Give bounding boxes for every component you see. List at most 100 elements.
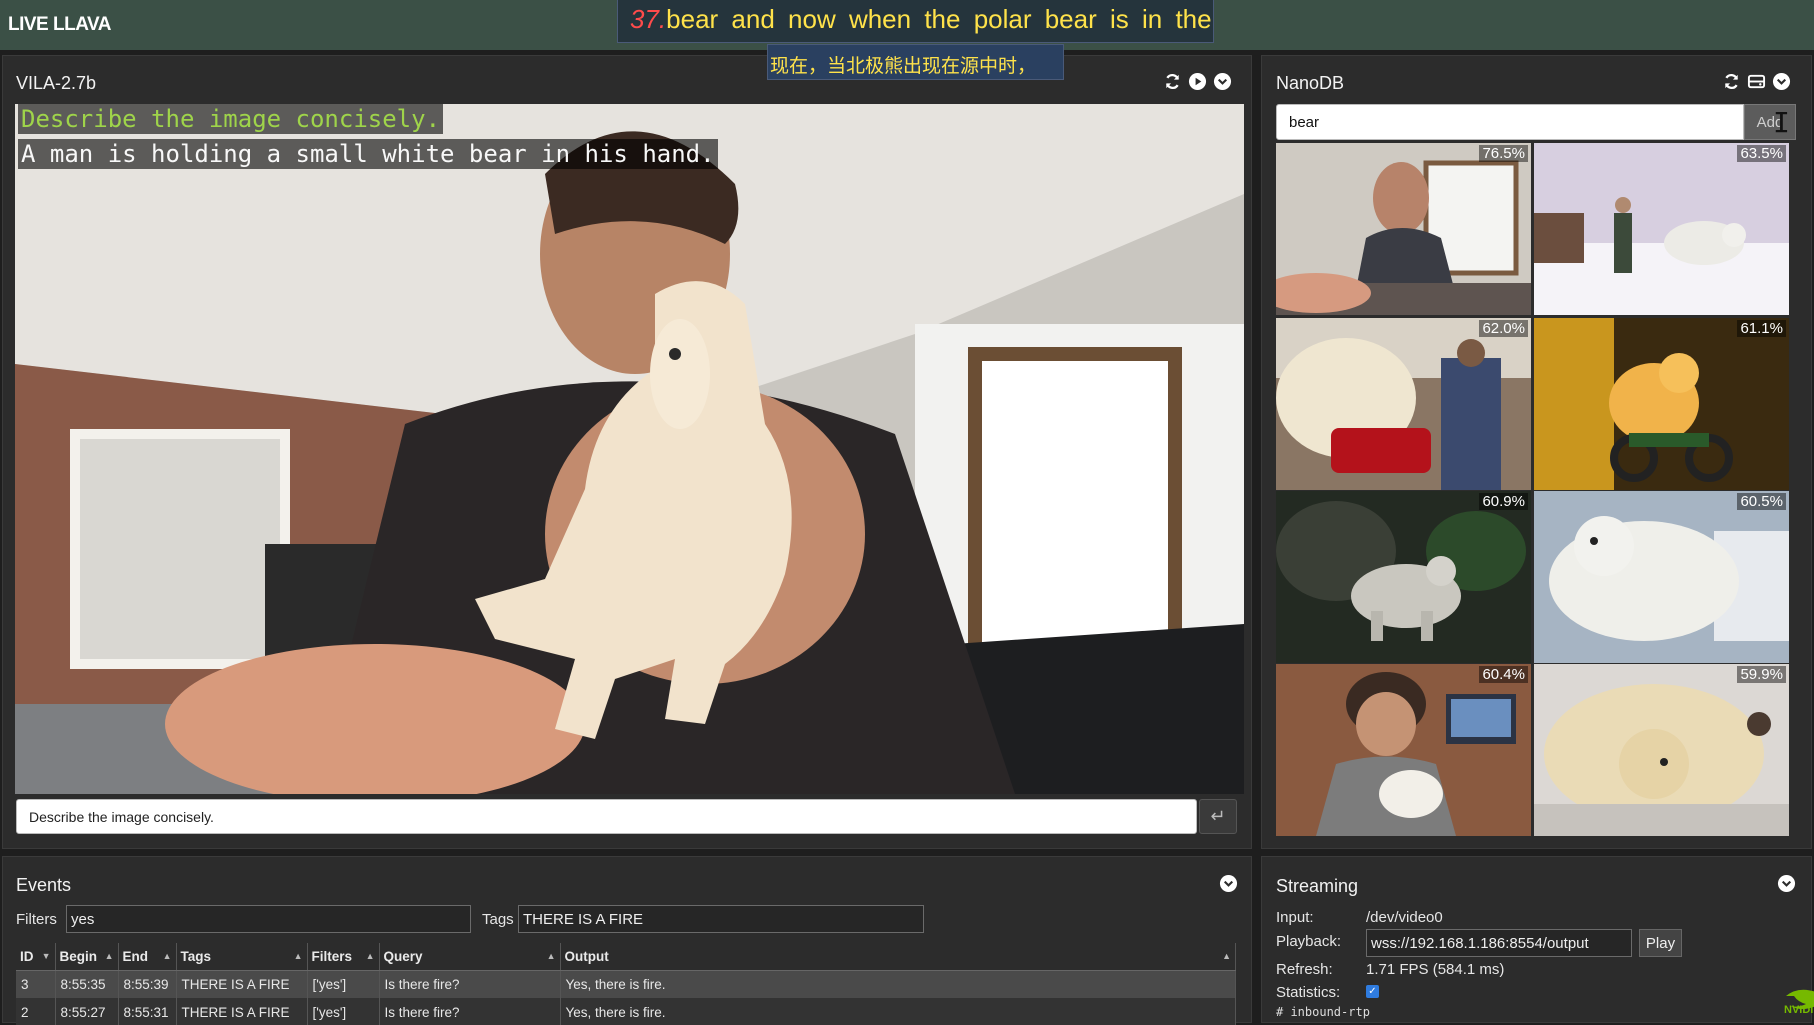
cell-output: Yes, there is fire. xyxy=(560,970,1236,998)
sort-arrow-icon: ▲ xyxy=(293,951,303,961)
nanodb-panel-title: NanoDB xyxy=(1276,73,1345,93)
result-image xyxy=(1276,318,1531,490)
filters-input[interactable] xyxy=(66,905,471,933)
sort-arrow-icon: ▲ xyxy=(162,951,172,961)
input-label: Input: xyxy=(1276,909,1314,926)
caption-reply: A man is holding a small white bear in h… xyxy=(18,139,718,169)
result-score: 60.5% xyxy=(1737,493,1786,510)
text-cursor-icon: I xyxy=(1773,106,1790,139)
refresh-icon[interactable] xyxy=(1163,72,1182,91)
column-header-query[interactable]: Query ▲ xyxy=(379,943,561,971)
tags-input[interactable] xyxy=(518,905,924,933)
result-image xyxy=(1276,143,1531,315)
column-header-output[interactable]: Output ▲ xyxy=(560,943,1236,971)
playback-label: Playback: xyxy=(1276,933,1342,950)
result-score: 62.0% xyxy=(1479,320,1528,337)
result-score: 76.5% xyxy=(1479,145,1528,162)
subtitle-number: 37. xyxy=(630,4,667,34)
chevron-down-icon[interactable] xyxy=(1772,72,1791,91)
subtitle-english: 37.bear and now when the polar bear is i… xyxy=(617,0,1214,43)
video-frame xyxy=(15,104,1244,794)
result-tile[interactable]: 63.5% xyxy=(1534,143,1789,315)
cell-begin: 8:55:27 xyxy=(55,998,119,1025)
result-tile[interactable]: 62.0% xyxy=(1276,318,1531,490)
cell-output: Yes, there is fire. xyxy=(560,998,1236,1025)
sort-arrow-icon: ▼ xyxy=(41,951,51,961)
refresh-value: 1.71 FPS (584.1 ms) xyxy=(1366,961,1505,978)
play-icon[interactable] xyxy=(1188,72,1207,91)
prompt-input[interactable] xyxy=(16,799,1197,834)
cell-filters: ['yes'] xyxy=(307,998,380,1025)
tags-label: Tags xyxy=(482,911,514,928)
streaming-panel-icons xyxy=(1777,874,1796,893)
column-header-begin[interactable]: Begin ▲ xyxy=(55,943,119,971)
cell-query: Is there fire? xyxy=(379,998,561,1025)
result-score: 59.9% xyxy=(1737,666,1786,683)
column-header-tags[interactable]: Tags ▲ xyxy=(176,943,308,971)
caption-prompt: Describe the image concisely. xyxy=(18,104,444,134)
sort-arrow-icon: ▲ xyxy=(104,951,114,961)
result-score: 60.4% xyxy=(1479,666,1528,683)
column-header-end[interactable]: End ▲ xyxy=(118,943,177,971)
statistics-checkbox[interactable]: ✓ xyxy=(1366,985,1379,998)
vila-panel-icons xyxy=(1163,72,1232,91)
result-tile[interactable]: 60.9% xyxy=(1276,491,1531,663)
result-score: 60.9% xyxy=(1479,493,1528,510)
subtitle-chinese: 现在，当北极熊出现在源中时， xyxy=(767,44,1064,80)
result-image xyxy=(1534,491,1789,663)
table-row[interactable]: 2 8:55:27 8:55:31 THERE IS A FIRE ['yes'… xyxy=(16,998,1236,1025)
result-image xyxy=(1534,143,1789,315)
enter-icon: ↵ xyxy=(1210,806,1226,826)
database-icon[interactable] xyxy=(1747,72,1766,91)
cell-tags: THERE IS A FIRE xyxy=(176,970,308,998)
result-tile[interactable]: 76.5% xyxy=(1276,143,1531,315)
chevron-down-icon[interactable] xyxy=(1777,874,1796,893)
sort-arrow-icon: ▲ xyxy=(546,951,556,961)
result-score: 63.5% xyxy=(1737,145,1786,162)
nvidia-logo-text: NVIDI xyxy=(1784,1004,1814,1016)
result-image xyxy=(1534,664,1789,836)
cell-end: 8:55:39 xyxy=(118,970,177,998)
cell-tags: THERE IS A FIRE xyxy=(176,998,308,1025)
result-tile[interactable]: 61.1% xyxy=(1534,318,1789,490)
cell-id: 3 xyxy=(16,970,56,998)
sort-arrow-icon: ▲ xyxy=(1222,951,1231,961)
events-panel-icons xyxy=(1219,874,1238,893)
events-panel-title: Events xyxy=(16,875,72,895)
chevron-down-icon[interactable] xyxy=(1219,874,1238,893)
video-feed xyxy=(15,104,1244,794)
result-tile[interactable]: 60.5% xyxy=(1534,491,1789,663)
input-value: /dev/video0 xyxy=(1366,909,1443,926)
playback-url-input[interactable] xyxy=(1366,929,1632,957)
inbound-rtp-text: # inbound-rtp xyxy=(1276,1005,1370,1019)
result-score: 61.1% xyxy=(1737,320,1786,337)
nanodb-panel-icons xyxy=(1722,72,1791,91)
result-tile[interactable]: 59.9% xyxy=(1534,664,1789,836)
filters-label: Filters xyxy=(16,911,57,928)
table-row[interactable]: 3 8:55:35 8:55:39 THERE IS A FIRE ['yes'… xyxy=(16,970,1236,998)
refresh-icon[interactable] xyxy=(1722,72,1741,91)
result-image xyxy=(1534,318,1789,490)
refresh-label: Refresh: xyxy=(1276,961,1333,978)
cell-begin: 8:55:35 xyxy=(55,970,119,998)
column-header-filters[interactable]: Filters ▲ xyxy=(307,943,380,971)
sort-arrow-icon: ▲ xyxy=(365,951,375,961)
statistics-label: Statistics: xyxy=(1276,984,1341,1001)
table-header-row: ID ▼ Begin ▲ End ▲ Tags ▲ Filters ▲ Query ▲ Ou… xyxy=(16,943,1236,971)
cell-filters: ['yes'] xyxy=(307,970,380,998)
column-header-id[interactable]: ID ▼ xyxy=(16,943,56,971)
subtitle-english-text: bear and now when the polar bear is in t… xyxy=(666,4,1212,34)
search-input[interactable] xyxy=(1276,104,1744,140)
submit-prompt-button[interactable]: ↵ xyxy=(1199,799,1237,834)
cell-id: 2 xyxy=(16,998,56,1025)
chevron-down-icon[interactable] xyxy=(1213,72,1232,91)
events-table: ID ▼ Begin ▲ End ▲ Tags ▲ Filters ▲ Query ▲ Ou… xyxy=(16,943,1236,1025)
result-image xyxy=(1276,664,1531,836)
result-image xyxy=(1276,491,1531,663)
play-button[interactable]: Play xyxy=(1639,929,1682,957)
cell-end: 8:55:31 xyxy=(118,998,177,1025)
cell-query: Is there fire? xyxy=(379,970,561,998)
vila-panel-title: VILA-2.7b xyxy=(16,73,97,93)
result-tile[interactable]: 60.4% xyxy=(1276,664,1531,836)
app-title: LIVE LLAVA xyxy=(8,14,112,35)
